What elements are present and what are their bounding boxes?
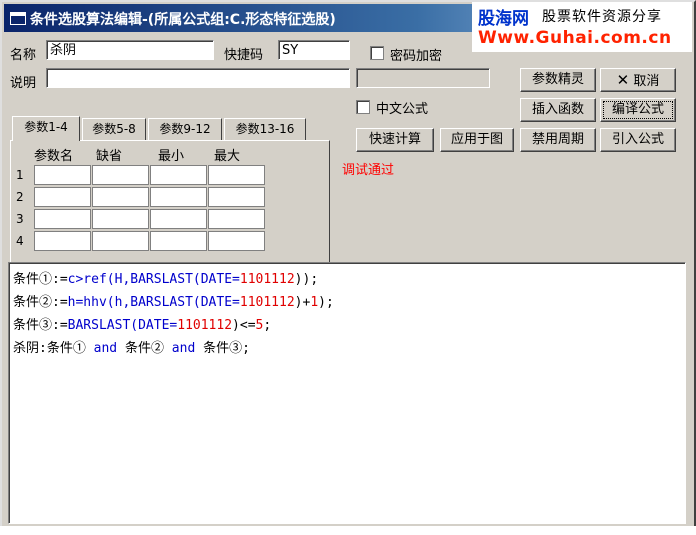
code-token: 1 [310,295,319,310]
close-icon: ✕ [616,71,630,89]
code-token: )<= [232,318,256,333]
param-header-min: 最小 [158,149,185,164]
apply-chart-button[interactable]: 应用于图 [440,128,514,152]
param-default-cell[interactable] [92,231,149,251]
param-header-default: 缺省 [96,149,123,164]
code-token: (DATE= [192,272,240,287]
code-token: )); [294,272,319,287]
disable-period-button[interactable]: 禁用周期 [520,128,596,152]
code-token: h=hhv [67,295,107,310]
param-max-cell[interactable] [208,209,265,229]
cancel-button-label: 取消 [633,74,660,89]
code-token: 条件①:= [13,272,68,287]
tab-params-1-4[interactable]: 参数1-4 [12,116,80,141]
code-token: ); [318,295,334,310]
param-header-max: 最大 [214,149,241,164]
compile-status: 调试通过 [342,163,395,178]
param-default-cell[interactable] [92,187,149,207]
code-token: and [93,341,118,356]
code-token: and [171,341,196,356]
param-name-cell[interactable] [34,209,91,229]
param-name-cell[interactable] [34,165,91,185]
param-name-cell[interactable] [34,231,91,251]
shortcut-label: 快捷码 [224,48,264,63]
param-max-cell[interactable] [208,187,265,207]
param-header-name: 参数名 [34,149,74,164]
tab-params-13-16[interactable]: 参数13-16 [224,118,306,140]
code-token: 条件②:= [13,295,68,310]
desc-label: 说明 [10,76,37,91]
chinese-formula-label: 中文公式 [376,102,429,117]
brand-logo: 股海网 [478,9,529,29]
param-row-number: 1 [16,168,24,182]
code-token: c>ref [67,272,107,287]
code-token: )+ [294,295,311,310]
brand-watermark: 股海网 股票软件资源分享 Www.Guhai.com.cn [472,2,692,52]
code-token: 杀阴:条件① [13,341,94,356]
formula-code-editor[interactable]: 条件①:=c>ref(H,BARSLAST(DATE=1101112)); 条件… [8,262,686,524]
tab-params-5-8[interactable]: 参数5-8 [82,118,146,140]
param-max-cell[interactable] [208,231,265,251]
code-line: 条件②:=h=hhv(h,BARSLAST(DATE=1101112)+1); [13,291,334,310]
tab-params-9-12[interactable]: 参数9-12 [148,118,222,140]
param-min-cell[interactable] [150,187,207,207]
param-min-cell[interactable] [150,231,207,251]
code-line: 杀阴:条件① and 条件② and 条件③; [13,337,250,356]
code-line: 条件③:=BARSLAST(DATE=1101112)<=5; [13,314,271,333]
param-default-cell[interactable] [92,165,149,185]
param-row-number: 2 [16,190,24,204]
param-row-number: 4 [16,234,24,248]
code-token: 1101112 [177,318,233,333]
cancel-button[interactable]: ✕ 取消 [600,68,676,92]
insert-function-button[interactable]: 插入函数 [520,98,596,122]
code-token: 条件③; [195,341,250,356]
param-wizard-button[interactable]: 参数精灵 [520,68,596,92]
param-max-cell[interactable] [208,165,265,185]
brand-url: Www.Guhai.com.cn [478,28,672,48]
quick-calc-button[interactable]: 快速计算 [356,128,434,152]
brand-slogan: 股票软件资源分享 [542,9,662,25]
window-title: 条件选股算法编辑-(所属公式组:C.形态特征选股) [30,12,336,28]
code-token: (DATE= [130,318,178,333]
param-min-cell[interactable] [150,209,207,229]
param-default-cell[interactable] [92,209,149,229]
code-token: BARSLAST [130,295,193,310]
code-token: ; [263,318,272,333]
window-icon [10,12,26,25]
compile-formula-button[interactable]: 编译公式 [600,98,676,122]
password-label: 密码加密 [390,49,443,64]
name-label: 名称 [10,48,37,63]
desc-input[interactable] [46,68,350,88]
password-checkbox[interactable] [370,46,384,60]
extra-field [356,68,490,88]
name-input[interactable]: 杀阴 [46,40,214,60]
param-name-cell[interactable] [34,187,91,207]
param-min-cell[interactable] [150,165,207,185]
code-token: BARSLAST [130,272,193,287]
code-token: (DATE= [192,295,240,310]
code-line: 条件①:=c>ref(H,BARSLAST(DATE=1101112)); [13,268,318,287]
code-token: 条件③:= [13,318,68,333]
code-token: 1101112 [239,295,295,310]
import-formula-button[interactable]: 引入公式 [600,128,676,152]
shortcut-input[interactable]: SY [278,40,350,60]
code-token: BARSLAST [67,318,131,333]
code-token: (H, [106,272,131,287]
code-token: 条件② [117,341,172,356]
chinese-formula-checkbox[interactable] [356,100,370,114]
code-token: (h, [106,295,131,310]
param-row-number: 3 [16,212,24,226]
bottom-strip [0,526,696,535]
code-token: 1101112 [239,272,295,287]
